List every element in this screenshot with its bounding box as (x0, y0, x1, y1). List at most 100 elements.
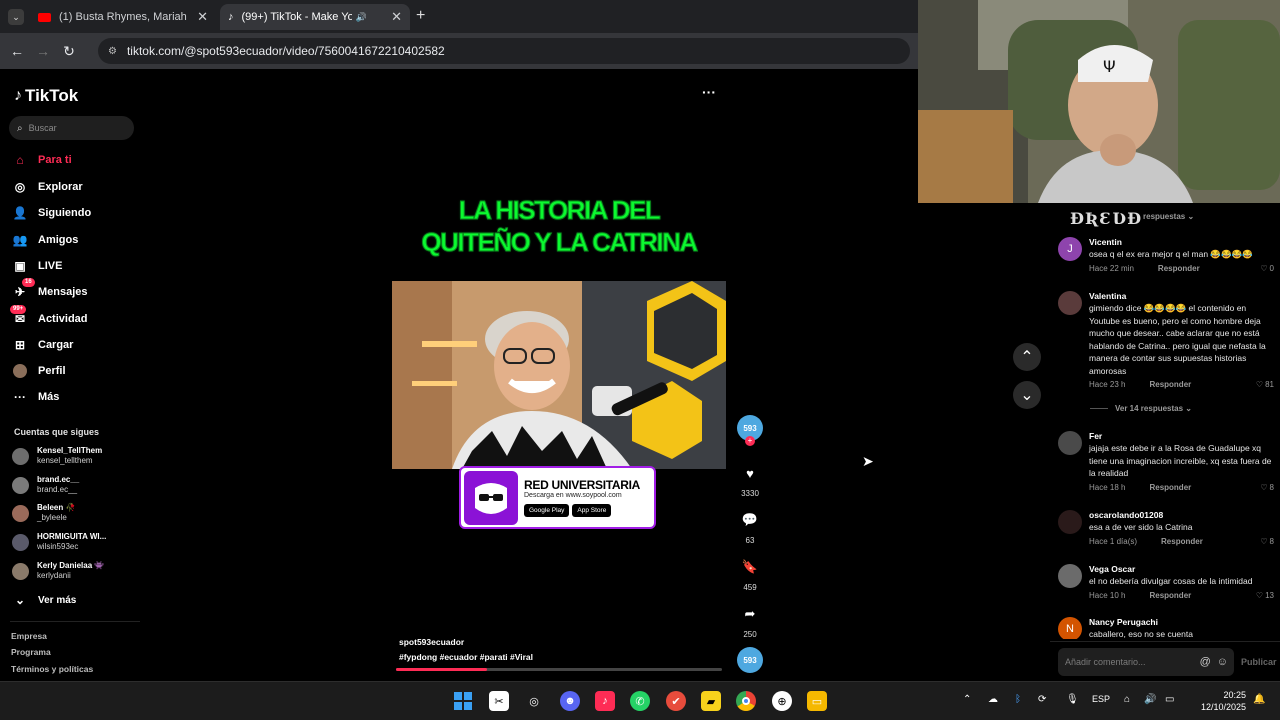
reply-button[interactable]: Responder (1158, 264, 1200, 273)
promo-banner[interactable]: RED UNIVERSITARIA Descarga en www.soypoo… (459, 466, 656, 529)
mention-icon[interactable]: @ (1200, 656, 1211, 668)
avatar[interactable] (1058, 431, 1082, 455)
chrome-icon[interactable] (736, 691, 756, 711)
nav-perfil[interactable]: Perfil (12, 363, 66, 379)
file-explorer-icon[interactable]: ▭ (807, 691, 827, 711)
volume-icon[interactable]: 🔊 (1144, 694, 1156, 705)
notifications-icon[interactable]: 🔔 (1253, 694, 1265, 705)
author-avatar-button[interactable]: 593 + (736, 415, 764, 446)
comment-like-button[interactable]: ♡ 13 (1256, 591, 1274, 600)
tray-app-icon[interactable]: ☁ (988, 694, 998, 705)
nav-live[interactable]: ▣ LIVE (12, 258, 62, 274)
network-icon[interactable]: ⌂ (1124, 694, 1130, 705)
tab-tiktok[interactable]: ♪ (99+) TikTok - Make Your Da 🔊 ✕ (220, 4, 410, 30)
footer-link-programa[interactable]: Programa (11, 647, 51, 657)
video-frame[interactable] (392, 281, 726, 469)
chevron-up-icon[interactable]: ⌃ (963, 694, 971, 705)
speaker-icon[interactable]: 🔊 (356, 12, 367, 23)
see-more-button[interactable]: ⌄ Ver más (12, 592, 76, 608)
follow-plus-icon[interactable]: + (745, 436, 755, 446)
tab-search-button[interactable]: ⌄ (8, 9, 24, 25)
save-button[interactable]: 🔖 459 (736, 554, 764, 592)
comment-button[interactable]: 💬 63 (736, 507, 764, 545)
avatar[interactable] (1058, 291, 1082, 315)
nav-mas[interactable]: ··· Más (12, 389, 59, 405)
new-tab-button[interactable]: + (416, 7, 425, 25)
avatar[interactable]: N (1058, 617, 1082, 639)
whatsapp-icon[interactable]: ✆ (630, 691, 650, 711)
microphone-icon[interactable]: 🎙 (1066, 694, 1079, 705)
language-indicator[interactable]: ESP (1092, 694, 1110, 704)
sync-icon[interactable]: ⟳ (1038, 694, 1046, 705)
video-author[interactable]: spot593ecuador (399, 637, 464, 647)
comment-author[interactable]: Vicentin (1089, 237, 1274, 247)
windows-start-icon[interactable] (453, 691, 473, 711)
discord-icon[interactable]: ☻ (560, 691, 580, 711)
comment-author[interactable]: Valentina (1089, 291, 1274, 301)
avatar[interactable]: J (1058, 237, 1082, 261)
share-button[interactable]: ➦ 250 (736, 601, 764, 639)
comment-like-button[interactable]: ♡ 0 (1260, 264, 1274, 273)
reply-button[interactable]: Responder (1149, 483, 1191, 492)
nav-siguiendo[interactable]: 👤 Siguiendo (12, 205, 92, 221)
comment-input[interactable]: Añadir comentario... @ ☺ (1058, 648, 1234, 676)
view-replies-button[interactable]: Ver 14 respuestas ⌄ (1090, 404, 1192, 413)
chatgpt-icon[interactable]: ⊕ (772, 691, 792, 711)
comment-author[interactable]: Nancy Perugachi (1089, 617, 1274, 627)
reply-button[interactable]: Responder (1149, 591, 1191, 600)
following-account[interactable]: Beleen 🥀 _byleele (12, 503, 75, 523)
footer-link-empresa[interactable]: Empresa (11, 631, 47, 641)
comment-author[interactable]: oscarolando01208 (1089, 510, 1274, 520)
nav-amigos[interactable]: 👥 Amigos (12, 232, 79, 248)
nav-mensajes[interactable]: ✈ 16 Mensajes (12, 278, 88, 300)
comment-like-button[interactable]: ♡ 8 (1260, 537, 1274, 546)
back-icon[interactable]: ← (8, 42, 26, 60)
nav-explorar[interactable]: ◎ Explorar (12, 179, 83, 195)
avatar[interactable] (1058, 564, 1082, 588)
tiktok-logo-icon: ♪ (14, 87, 22, 104)
nav-para-ti[interactable]: ⌂ Para ti (12, 152, 71, 168)
clock[interactable]: 20:25 12/10/2025 (1200, 689, 1246, 713)
url-bar[interactable]: ⚙ tiktok.com/@spot593ecuador/video/75600… (98, 38, 910, 64)
next-video-button[interactable]: ⌄ (1013, 381, 1041, 409)
emoji-icon[interactable]: ☺ (1217, 656, 1228, 668)
obs-icon[interactable]: ◎ (524, 691, 544, 711)
nav-actividad[interactable]: ✉ 99+ Actividad (10, 305, 88, 327)
publish-button[interactable]: Publicar (1241, 657, 1277, 667)
reply-button[interactable]: Responder (1149, 380, 1191, 389)
close-icon[interactable]: ✕ (391, 9, 402, 25)
todo-icon[interactable]: ✔ (666, 691, 686, 711)
capcut-icon[interactable]: ✂ (489, 691, 509, 711)
search-input[interactable]: ⌕ Buscar (9, 116, 134, 140)
following-account[interactable]: Kensel_TellThem kensel_tellthem (12, 446, 102, 466)
bluetooth-icon[interactable]: ᛒ (1015, 694, 1021, 705)
replies-header[interactable]: respuestas ⌄ (1143, 212, 1194, 221)
tiktok-app-icon[interactable]: ♪ (595, 691, 615, 711)
following-account[interactable]: Kerly Danielaa 👾 kerlydanii (12, 561, 104, 581)
comment-author[interactable]: Fer (1089, 431, 1274, 441)
close-icon[interactable]: ✕ (197, 9, 208, 25)
comment-author[interactable]: Vega Oscar (1089, 564, 1274, 574)
reload-icon[interactable]: ↻ (60, 42, 78, 60)
following-account[interactable]: HORMIGUITA WI... wilsin593ec (12, 532, 106, 552)
sticky-notes-icon[interactable]: ▰ (701, 691, 721, 711)
video-progress-bar[interactable] (396, 668, 722, 671)
comment-like-button[interactable]: ♡ 81 (1256, 380, 1274, 389)
more-options-button[interactable]: ··· (702, 84, 716, 100)
music-disc-button[interactable]: 593 (736, 647, 764, 673)
like-button[interactable]: ♥ 3330 (736, 460, 764, 499)
comment-like-count: 8 (1269, 482, 1274, 492)
battery-icon[interactable]: ▭ (1165, 694, 1174, 705)
nav-cargar[interactable]: ⊞ Cargar (12, 337, 74, 353)
following-account[interactable]: brand.ec__ brand.ec__ (12, 475, 79, 495)
previous-video-button[interactable]: ⌃ (1013, 343, 1041, 371)
comment-like-button[interactable]: ♡ 8 (1260, 483, 1274, 492)
forward-icon[interactable]: → (34, 42, 52, 60)
video-hashtags[interactable]: #fypdong #ecuador #parati #Viral (399, 652, 533, 662)
site-info-icon[interactable]: ⚙ (108, 46, 117, 57)
footer-link-terminos[interactable]: Términos y políticas (11, 664, 93, 674)
reply-button[interactable]: Responder (1161, 537, 1203, 546)
tiktok-logo[interactable]: ♪ TikTok (14, 86, 78, 106)
tab-youtube[interactable]: (1) Busta Rhymes, Mariah Carey ✕ (30, 4, 216, 30)
avatar[interactable] (1058, 510, 1082, 534)
